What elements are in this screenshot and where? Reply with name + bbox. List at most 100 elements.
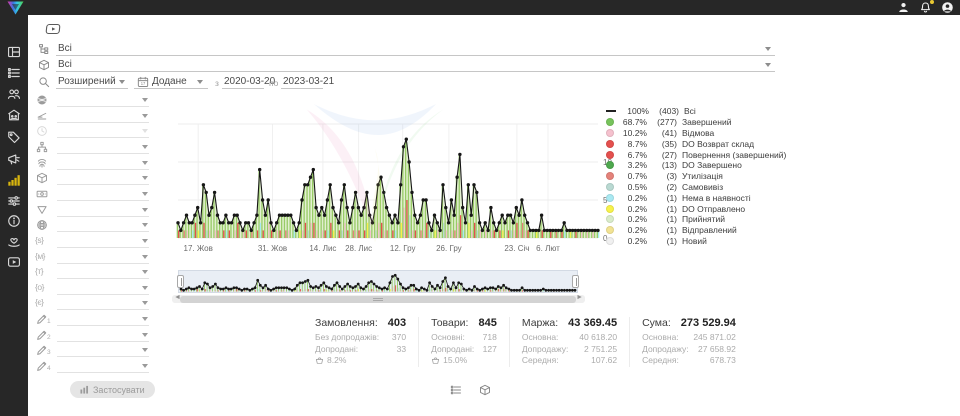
legend-label: Нема в наявності xyxy=(682,193,751,203)
date-from-input[interactable]: 2020-03-20 xyxy=(224,76,275,87)
product-package-icon xyxy=(38,59,50,71)
sidebar-customers-icon[interactable] xyxy=(7,87,21,101)
filter-select-underline xyxy=(57,137,149,138)
legend-item[interactable]: 68.7%(277)Завершений xyxy=(606,117,801,128)
token-icon: {s} xyxy=(35,235,43,245)
category-tree-icon xyxy=(38,43,50,55)
category-caret-icon[interactable] xyxy=(765,47,771,51)
stat-sub-value: 27 658.92 xyxy=(698,344,736,356)
sidebar-partners-icon[interactable] xyxy=(7,234,21,248)
filter-select-caret-icon[interactable] xyxy=(142,98,148,102)
token-icon: {є} xyxy=(35,297,44,307)
product-view-icon[interactable] xyxy=(479,384,491,396)
stat-title: Сума: xyxy=(642,317,671,329)
filter-select-caret-icon[interactable] xyxy=(142,161,148,165)
brush-handle-right[interactable] xyxy=(572,275,579,288)
chart-brush[interactable] xyxy=(178,270,578,293)
filter-select-underline xyxy=(57,356,149,357)
sidebar-orders-icon[interactable] xyxy=(7,66,21,80)
search-icon xyxy=(38,76,50,88)
stat-sub-label: Допродажу: xyxy=(522,344,569,356)
sidebar-dashboard-icon[interactable] xyxy=(7,45,21,59)
date-field-select[interactable]: Додане xyxy=(152,76,187,87)
legend-dot-swatch xyxy=(606,172,614,180)
stat-sub-value: 2 751.25 xyxy=(584,344,617,356)
legend-label: DO Отправлено xyxy=(682,204,745,214)
category-filter-underline xyxy=(56,55,775,56)
orders-chart[interactable]: 051017. Жов31. Жов14. Лис28. Лис12. Гру2… xyxy=(175,90,617,262)
legend-percent: 68.7% xyxy=(617,117,647,127)
filter-select-caret-icon[interactable] xyxy=(142,364,148,368)
filter-select-caret-icon[interactable] xyxy=(142,192,148,196)
sidebar-settings-icon[interactable] xyxy=(7,194,21,208)
scroll-right-icon[interactable]: ► xyxy=(576,294,583,301)
legend-dot-swatch xyxy=(606,226,614,234)
stat-sub-value: 370 xyxy=(392,332,406,344)
filter-select-caret-icon[interactable] xyxy=(142,223,148,227)
legend-item[interactable]: 6.7%(27)Повернення (завершений) xyxy=(606,149,801,160)
legend-item[interactable]: 3.2%(13)DO Завершено xyxy=(606,160,801,171)
sidebar-video-icon[interactable] xyxy=(7,255,21,269)
video-tour-icon[interactable] xyxy=(44,22,62,37)
date-to-label: по xyxy=(269,78,278,88)
date-to-input[interactable]: 2023-03-21 xyxy=(283,76,334,87)
globe-grid-icon xyxy=(36,219,48,231)
filter-select-underline xyxy=(57,325,149,326)
filter-select-caret-icon[interactable] xyxy=(142,255,148,259)
stat-value: 845 xyxy=(478,317,496,329)
legend-item[interactable]: 100%(403)Всі xyxy=(606,106,801,117)
filter-select-caret-icon[interactable] xyxy=(142,333,148,337)
scrollbar-thumb[interactable] xyxy=(180,296,576,303)
legend-label: Самовивіз xyxy=(682,182,723,192)
legend-count: (1) xyxy=(647,214,677,224)
legend-item[interactable]: 10.2%(41)Відмова xyxy=(606,128,801,139)
globe-icon xyxy=(36,94,48,106)
chart-scrollbar[interactable]: ◄ ► xyxy=(172,295,585,303)
filter-select-caret-icon[interactable] xyxy=(142,145,148,149)
user-icon[interactable] xyxy=(897,1,910,14)
legend-count: (27) xyxy=(647,150,677,160)
bell-icon[interactable] xyxy=(919,1,932,14)
filter-select-caret-icon[interactable] xyxy=(142,270,148,274)
sidebar-campaigns-icon[interactable] xyxy=(7,152,21,166)
sidebar-analytics-icon[interactable] xyxy=(7,173,21,187)
product-caret-icon[interactable] xyxy=(765,63,771,67)
legend-item[interactable]: 0.2%(1)Новий xyxy=(606,236,801,247)
filter-select-caret-icon[interactable] xyxy=(142,239,148,243)
sidebar-tags-icon[interactable] xyxy=(7,130,21,144)
category-filter[interactable]: Всі xyxy=(58,43,72,54)
filter-select-caret-icon[interactable] xyxy=(142,348,148,352)
upsell-rate: 15.0% xyxy=(443,355,467,367)
date-to-underline xyxy=(281,88,323,89)
filter-select-caret-icon[interactable] xyxy=(142,301,148,305)
apply-button[interactable]: Застосувати xyxy=(70,381,155,398)
brush-handle-left[interactable] xyxy=(177,275,184,288)
svg-text:23. Січ: 23. Січ xyxy=(504,244,529,253)
list-view-icon[interactable] xyxy=(450,384,462,396)
legend-item[interactable]: 0.2%(1)Прийнятий xyxy=(606,214,801,225)
legend-item[interactable]: 0.2%(1)Відправлений xyxy=(606,225,801,236)
legend-item[interactable]: 8.7%(35)DO Возврат склад xyxy=(606,138,801,149)
filter-select-caret-icon[interactable] xyxy=(142,286,148,290)
sidebar-info-icon[interactable] xyxy=(7,214,21,228)
legend-item[interactable]: 0.2%(1)Нема в наявності xyxy=(606,192,801,203)
filter-select-underline xyxy=(57,372,149,373)
filter-select-caret-icon[interactable] xyxy=(142,208,148,212)
date-from-underline xyxy=(222,88,264,89)
avatar-icon[interactable] xyxy=(941,1,954,14)
filter-row-token10: {м} xyxy=(34,250,156,265)
date-field-caret-icon[interactable] xyxy=(197,80,203,84)
filter-select-caret-icon[interactable] xyxy=(142,114,148,118)
search-mode-caret-icon[interactable] xyxy=(119,80,125,84)
stat-value: 43 369.45 xyxy=(568,317,617,329)
product-filter[interactable]: Всі xyxy=(58,59,72,70)
legend-item[interactable]: 0.5%(2)Самовивіз xyxy=(606,182,801,193)
legend-item[interactable]: 0.7%(3)Утилізація xyxy=(606,171,801,182)
app-logo-icon[interactable] xyxy=(7,1,24,20)
sidebar-store-icon[interactable] xyxy=(7,108,21,122)
filter-select-caret-icon[interactable] xyxy=(142,317,148,321)
legend-item[interactable]: 0.2%(1)DO Отправлено xyxy=(606,203,801,214)
filter-select-caret-icon[interactable] xyxy=(142,176,148,180)
legend-dot-swatch xyxy=(606,161,614,169)
search-mode-select[interactable]: Розширений xyxy=(58,76,116,87)
